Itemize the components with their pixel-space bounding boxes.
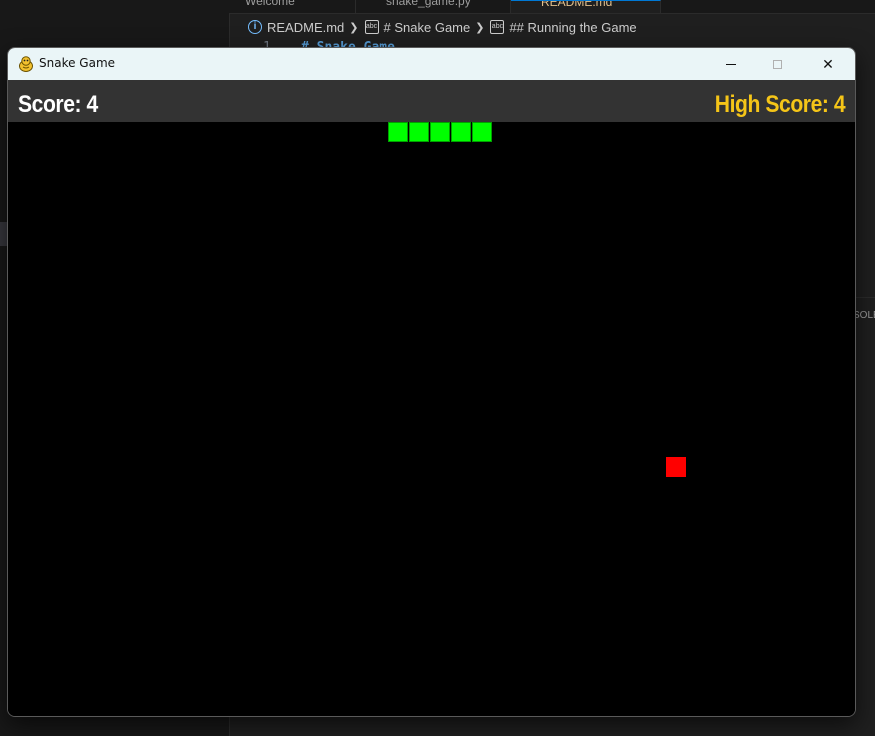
score-bar: Score: 4 High Score: 4 xyxy=(8,80,855,122)
snake-segment xyxy=(430,122,450,142)
window-title: Snake Game xyxy=(39,56,116,70)
breadcrumb: i README.md ❯ abc # Snake Game ❯ abc ## … xyxy=(248,17,637,37)
abc-icon: abc xyxy=(364,20,379,34)
panel-divider xyxy=(853,297,875,298)
tab-snake-game-py[interactable]: snake_game.py xyxy=(356,0,511,13)
chevron-right-icon: ❯ xyxy=(349,21,359,34)
chevron-right-icon: ❯ xyxy=(475,21,485,34)
tab-label: README.md xyxy=(541,0,613,9)
breadcrumb-section-1[interactable]: # Snake Game xyxy=(384,20,471,35)
title-bar[interactable]: Snake Game ✕ xyxy=(8,48,855,80)
food-apple xyxy=(666,457,686,477)
breadcrumb-file[interactable]: README.md xyxy=(267,20,344,35)
snake-segment xyxy=(388,122,408,142)
score-label: Score: 4 xyxy=(18,91,98,118)
minimize-button[interactable] xyxy=(708,48,754,80)
tab-readme[interactable]: README.md xyxy=(511,0,661,13)
high-score-label: High Score: 4 xyxy=(714,91,846,118)
info-icon: i xyxy=(248,20,262,34)
snake-game-window[interactable]: Snake Game ✕ Score: 4 High Score: 4 xyxy=(7,47,856,717)
minimize-icon xyxy=(726,63,736,65)
tab-label: snake_game.py xyxy=(386,0,471,8)
snake-segment xyxy=(409,122,429,142)
close-icon: ✕ xyxy=(822,55,834,72)
python-snake-icon xyxy=(19,56,33,72)
abc-icon: abc xyxy=(490,20,505,34)
panel-tab-console[interactable]: SOLE xyxy=(853,310,875,321)
tab-welcome[interactable]: Welcome xyxy=(229,0,356,13)
snake-segment xyxy=(451,122,471,142)
maximize-button[interactable] xyxy=(754,48,800,80)
tab-label: Welcome xyxy=(245,0,295,8)
editor-tab-bar: Welcome snake_game.py README.md xyxy=(229,0,875,14)
snake-segment xyxy=(472,122,492,142)
maximize-icon xyxy=(772,59,782,69)
close-button[interactable]: ✕ xyxy=(805,48,851,80)
breadcrumb-section-2[interactable]: ## Running the Game xyxy=(509,20,636,35)
game-board[interactable] xyxy=(8,122,855,716)
